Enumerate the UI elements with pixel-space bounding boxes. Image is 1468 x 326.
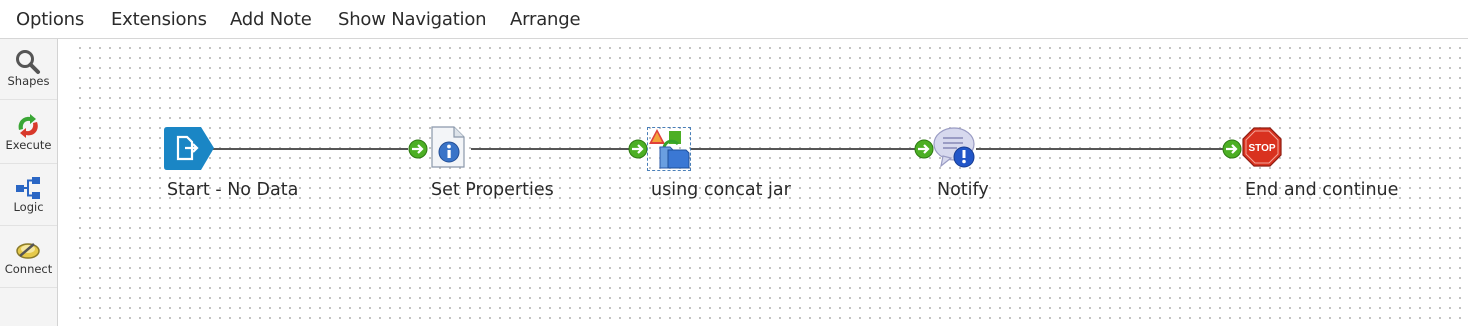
end-continue-shape[interactable]: STOP xyxy=(1242,127,1282,167)
green-arrow-icon xyxy=(408,139,428,159)
menu-add-note[interactable]: Add Note xyxy=(230,9,312,30)
green-arrow-icon xyxy=(628,139,648,159)
start-icon xyxy=(164,127,214,170)
search-icon xyxy=(16,50,40,74)
palette-logic[interactable]: Logic xyxy=(0,165,57,226)
svg-text:STOP: STOP xyxy=(1248,143,1275,154)
palette-label: Execute xyxy=(5,138,52,152)
palette-label: Logic xyxy=(13,200,44,214)
palette-shapes[interactable]: Shapes xyxy=(0,39,57,100)
palette-connect[interactable]: Connect xyxy=(0,227,57,288)
notify-shape[interactable] xyxy=(933,126,977,170)
stop-icon: STOP xyxy=(1242,127,1282,167)
palette-gutter xyxy=(58,39,72,326)
shape-label: Start - No Data xyxy=(167,180,299,200)
data-process-icon xyxy=(649,129,690,169)
logic-icon xyxy=(16,177,40,199)
shape-label: Notify xyxy=(937,180,989,200)
menu-options[interactable]: Options xyxy=(16,9,84,30)
data-process-shape[interactable] xyxy=(648,128,690,170)
set-properties-icon xyxy=(431,126,465,168)
menu-show-navigation[interactable]: Show Navigation xyxy=(338,9,487,30)
connector-line[interactable] xyxy=(690,148,916,150)
set-properties-shape[interactable] xyxy=(430,126,466,168)
green-arrow-icon xyxy=(914,139,934,159)
start-shape[interactable] xyxy=(163,126,215,172)
shape-label: using concat jar xyxy=(651,180,791,200)
notify-icon xyxy=(933,127,975,168)
palette-execute[interactable]: Execute xyxy=(0,103,57,164)
execute-icon xyxy=(18,114,38,138)
menu-extensions[interactable]: Extensions xyxy=(111,9,207,30)
menu-arrange[interactable]: Arrange xyxy=(510,9,581,30)
palette-label: Shapes xyxy=(7,74,50,88)
green-arrow-icon xyxy=(1222,139,1242,159)
connect-icon xyxy=(16,243,40,259)
menu-bar: Options Extensions Add Note Show Navigat… xyxy=(0,0,1468,39)
shape-palette: Shapes Execute Logic Connect xyxy=(0,39,58,326)
connector-line[interactable] xyxy=(976,148,1224,150)
shape-label: Set Properties xyxy=(431,180,554,200)
palette-label: Connect xyxy=(4,262,53,276)
connector-line[interactable] xyxy=(471,148,631,150)
shape-label: End and continue xyxy=(1245,180,1399,200)
connector-line[interactable] xyxy=(212,148,408,150)
